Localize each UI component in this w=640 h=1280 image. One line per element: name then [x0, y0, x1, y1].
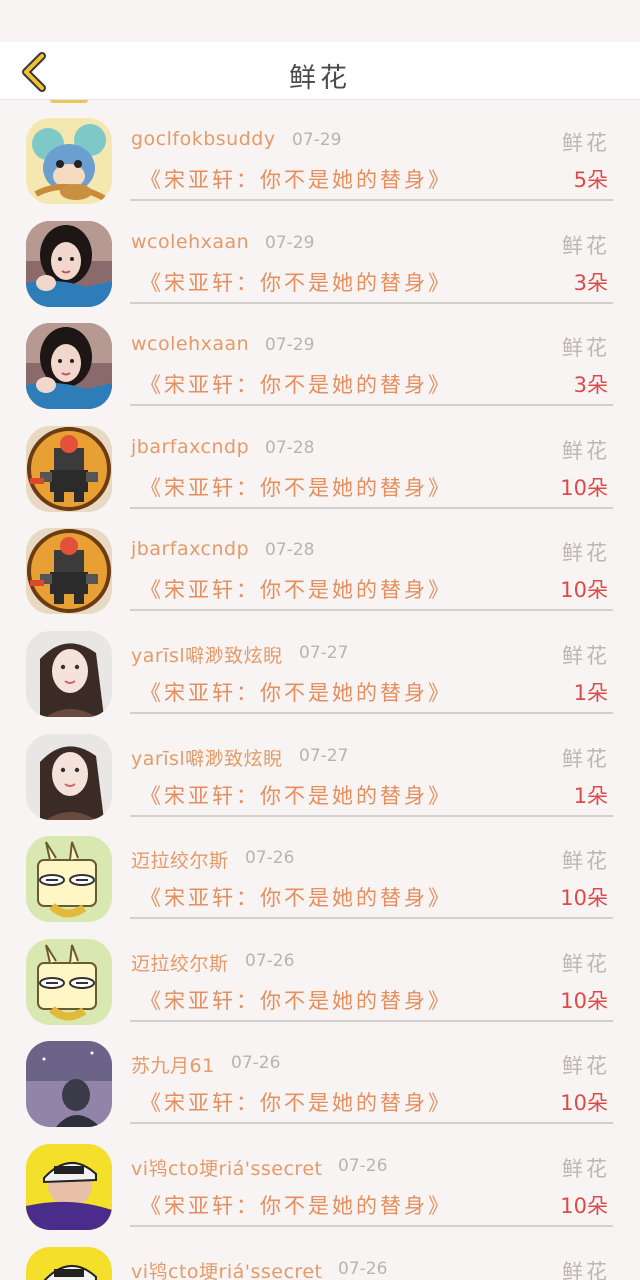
username: 迈拉绞尔斯	[131, 850, 229, 873]
username: jbarfaxcndp	[131, 435, 250, 458]
avatar[interactable]	[26, 1143, 112, 1230]
row-divider	[130, 506, 613, 509]
avatar[interactable]	[26, 425, 112, 512]
username: 苏九月61	[131, 1055, 215, 1078]
flower-quantity: 1朵	[573, 783, 608, 808]
flower-quantity: 10朵	[560, 886, 608, 911]
row-divider	[130, 609, 613, 612]
gift-date: 07-29	[265, 232, 315, 253]
gift-type-label: 鲜花	[562, 541, 610, 566]
list-item[interactable]: goclfokbsuddy 07-29 鲜花 《宋亚轩：你不是她的替身》 5朵	[0, 100, 640, 204]
row-divider	[130, 917, 613, 920]
gift-type-label: 鲜花	[562, 233, 610, 258]
gift-type-label: 鲜花	[562, 849, 610, 874]
username: jbarfaxcndp	[131, 538, 250, 561]
gift-date: 07-26	[338, 1155, 388, 1176]
flower-gift-list[interactable]: goclfokbsuddy 07-29 鲜花 《宋亚轩：你不是她的替身》 5朵 …	[0, 100, 640, 1280]
book-title: 《宋亚轩：你不是她的替身》	[140, 270, 452, 295]
avatar[interactable]	[26, 220, 112, 307]
gift-date: 07-28	[265, 437, 315, 458]
book-title: 《宋亚轩：你不是她的替身》	[140, 783, 452, 808]
gift-date: 07-26	[245, 950, 295, 971]
list-item[interactable]: wcolehxaan 07-29 鲜花 《宋亚轩：你不是她的替身》 3朵	[0, 305, 640, 410]
book-title: 《宋亚轩：你不是她的替身》	[140, 886, 452, 911]
username: wcolehxaan	[131, 333, 250, 356]
book-title: 《宋亚轩：你不是她的替身》	[140, 475, 452, 500]
gift-type-label: 鲜花	[562, 643, 610, 668]
list-item[interactable]: vi鸨cto埂riá'ssecret 07-26 鲜花 《宋亚轩：你不是她的替身…	[0, 1126, 640, 1230]
list-item[interactable]: 迈拉绞尔斯 07-26 鲜花 《宋亚轩：你不是她的替身》 10朵	[0, 818, 640, 923]
list-item[interactable]: 迈拉绞尔斯 07-26 鲜花 《宋亚轩：你不是她的替身》 10朵	[0, 921, 640, 1025]
flower-quantity: 3朵	[573, 373, 608, 398]
gift-date: 07-28	[265, 540, 315, 561]
gift-type-label: 鲜花	[562, 131, 610, 155]
flower-quantity: 10朵	[560, 475, 608, 500]
book-title: 《宋亚轩：你不是她的替身》	[140, 988, 452, 1013]
username: vi鸨cto埂riá'ssecret	[131, 1260, 323, 1280]
gift-date: 07-26	[245, 848, 295, 869]
flower-quantity: 10朵	[560, 1193, 608, 1218]
row-divider	[130, 814, 613, 817]
row-divider	[130, 199, 613, 201]
gift-type-label: 鲜花	[562, 1054, 610, 1079]
flower-quantity: 10朵	[560, 1091, 608, 1116]
list-item[interactable]: jbarfaxcndp 07-28 鲜花 《宋亚轩：你不是她的替身》 10朵	[0, 510, 640, 615]
row-divider	[130, 1122, 613, 1125]
book-title: 《宋亚轩：你不是她的替身》	[140, 578, 452, 603]
row-divider	[130, 1224, 613, 1227]
book-title: 《宋亚轩：你不是她的替身》	[140, 168, 452, 192]
avatar[interactable]	[26, 323, 112, 410]
avatar[interactable]	[26, 938, 112, 1025]
avatar[interactable]	[26, 118, 112, 204]
flower-quantity: 10朵	[560, 578, 608, 603]
username: 迈拉绞尔斯	[131, 952, 229, 975]
list-item[interactable]: jbarfaxcndp 07-28 鲜花 《宋亚轩：你不是她的替身》 10朵	[0, 408, 640, 512]
gift-type-label: 鲜花	[562, 336, 610, 361]
list-item[interactable]: vi鸨cto埂riá'ssecret 07-26 鲜花 《宋亚轩：你不是她的替身…	[0, 1229, 640, 1280]
row-divider	[130, 301, 613, 304]
flower-quantity: 5朵	[573, 168, 608, 192]
top-nav-bar: 鲜花	[0, 42, 640, 100]
list-item[interactable]: yarīsl噼渺致炫睨 07-27 鲜花 《宋亚轩：你不是她的替身》 1朵	[0, 613, 640, 717]
flower-quantity: 1朵	[573, 680, 608, 705]
username: wcolehxaan	[131, 230, 250, 253]
book-title: 《宋亚轩：你不是她的替身》	[140, 373, 452, 398]
flower-quantity: 10朵	[560, 988, 608, 1013]
gift-type-label: 鲜花	[562, 746, 610, 771]
status-bar	[0, 0, 640, 42]
page-title: 鲜花	[289, 63, 351, 94]
gift-date: 07-26	[338, 1258, 388, 1279]
avatar[interactable]	[26, 733, 112, 820]
row-divider	[130, 404, 613, 407]
list-item[interactable]: 苏九月61 07-26 鲜花 《宋亚轩：你不是她的替身》 10朵	[0, 1023, 640, 1128]
row-divider	[130, 711, 613, 714]
gift-date: 07-26	[231, 1053, 281, 1074]
avatar[interactable]	[26, 1041, 112, 1128]
gift-date: 07-27	[299, 745, 349, 766]
book-title: 《宋亚轩：你不是她的替身》	[140, 680, 452, 705]
gift-date: 07-29	[265, 335, 315, 356]
book-title: 《宋亚轩：你不是她的替身》	[140, 1193, 452, 1218]
avatar[interactable]	[26, 528, 112, 615]
username: goclfokbsuddy	[131, 128, 276, 150]
list-item[interactable]: wcolehxaan 07-29 鲜花 《宋亚轩：你不是她的替身》 3朵	[0, 203, 640, 307]
gift-date: 07-27	[299, 642, 349, 663]
username: yarīsl噼渺致炫睨	[131, 644, 283, 667]
avatar[interactable]	[26, 836, 112, 923]
gift-type-label: 鲜花	[562, 1156, 610, 1181]
username: vi鸨cto埂riá'ssecret	[131, 1157, 323, 1180]
gift-type-label: 鲜花	[562, 951, 610, 976]
username: yarīsl噼渺致炫睨	[131, 747, 283, 770]
avatar[interactable]	[26, 1246, 112, 1280]
row-divider	[130, 1019, 613, 1022]
avatar[interactable]	[26, 630, 112, 717]
flower-quantity: 3朵	[573, 270, 608, 295]
gift-date: 07-29	[292, 130, 342, 150]
gift-type-label: 鲜花	[562, 438, 610, 463]
list-item[interactable]: yarīsl噼渺致炫睨 07-27 鲜花 《宋亚轩：你不是她的替身》 1朵	[0, 716, 640, 820]
gift-type-label: 鲜花	[562, 1259, 610, 1280]
book-title: 《宋亚轩：你不是她的替身》	[140, 1091, 452, 1116]
